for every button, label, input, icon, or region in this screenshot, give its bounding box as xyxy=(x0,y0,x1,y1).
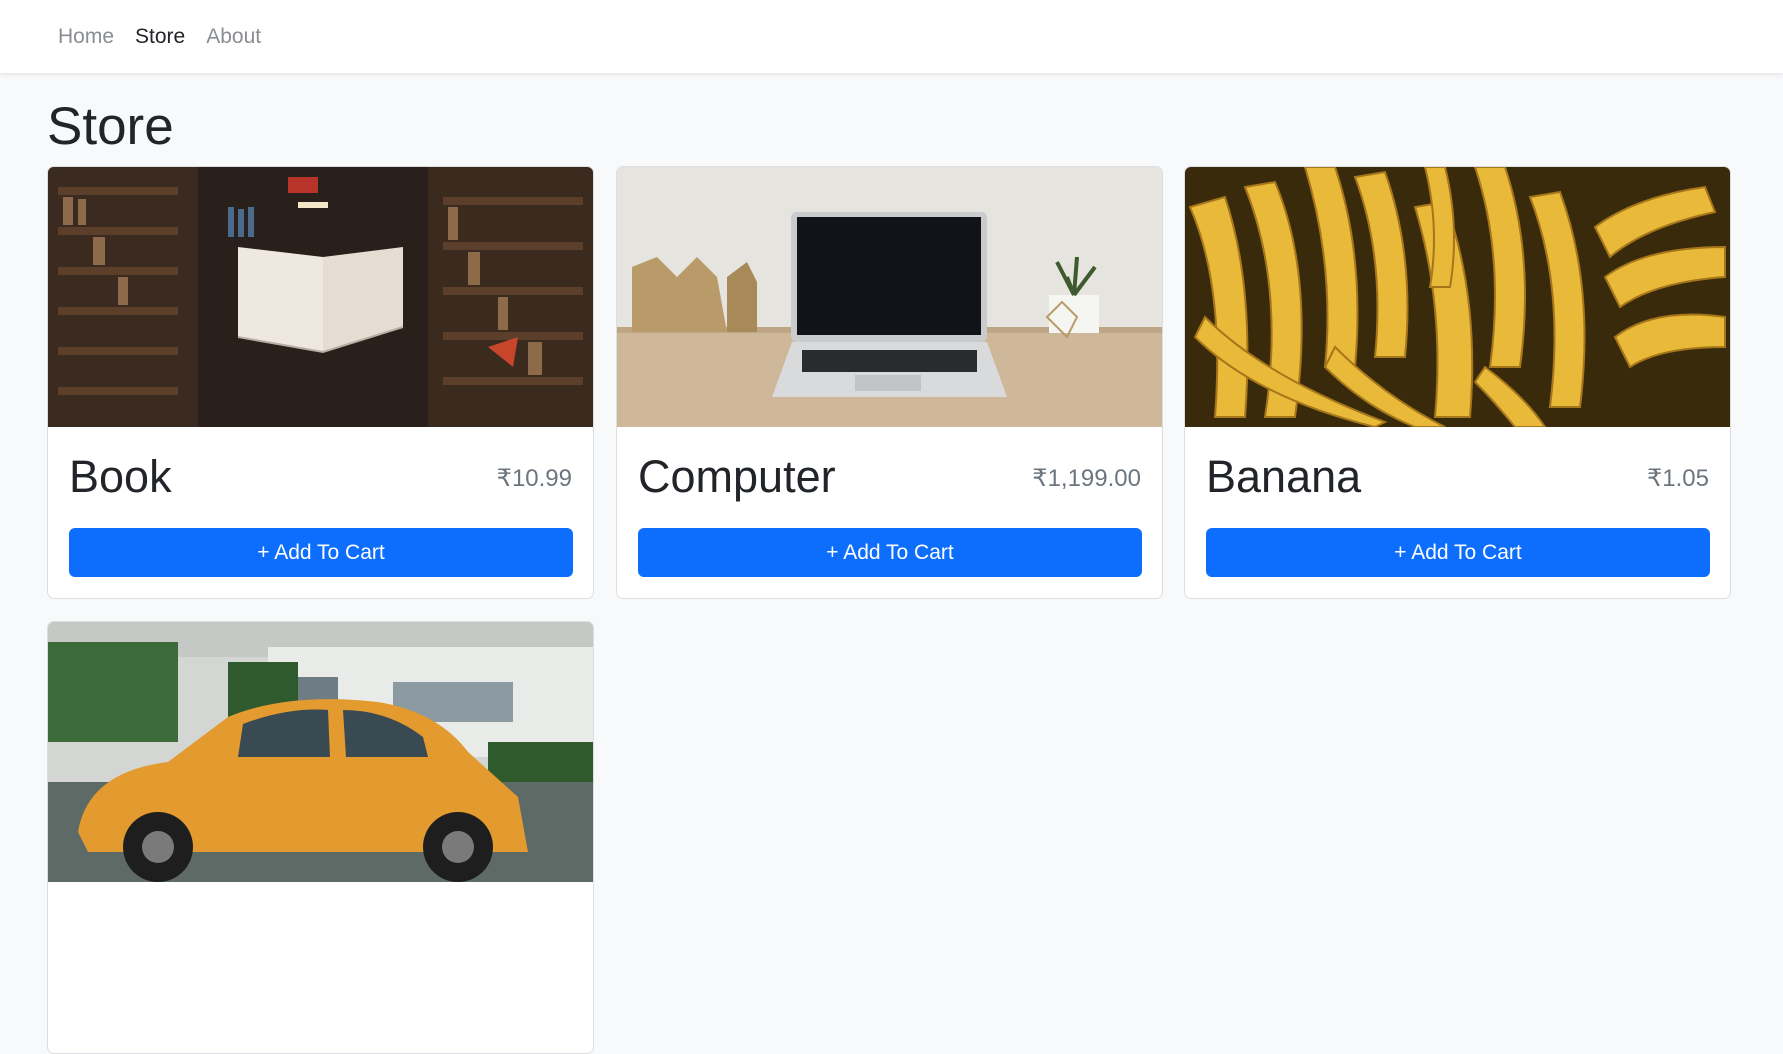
product-price: ₹1.05 xyxy=(1647,465,1709,492)
add-to-cart-button[interactable]: + Add To Cart xyxy=(69,528,573,577)
page-title: Store xyxy=(47,97,174,156)
nav-link-store[interactable]: Store xyxy=(135,25,185,49)
nav-link-about[interactable]: About xyxy=(206,25,261,49)
product-price: ₹1,199.00 xyxy=(1032,465,1141,492)
add-to-cart-button[interactable]: + Add To Cart xyxy=(1206,528,1710,577)
book-image xyxy=(48,167,593,427)
product-card-book: Book ₹10.99 + Add To Cart xyxy=(47,166,594,599)
product-card-car xyxy=(47,621,594,1054)
laptop-image xyxy=(617,167,1162,427)
add-to-cart-button[interactable]: + Add To Cart xyxy=(638,528,1142,577)
nav-link-home[interactable]: Home xyxy=(58,25,114,49)
product-name: Computer xyxy=(638,451,836,502)
product-name: Banana xyxy=(1206,451,1362,502)
product-price: ₹10.99 xyxy=(496,465,572,492)
product-card-computer: Computer ₹1,199.00 + Add To Cart xyxy=(616,166,1163,599)
product-card-banana: Banana ₹1.05 + Add To Cart xyxy=(1184,166,1731,599)
car-image xyxy=(48,622,593,882)
product-name: Book xyxy=(69,451,172,502)
navbar: Home Store About xyxy=(0,0,1783,73)
banana-image xyxy=(1185,167,1730,427)
